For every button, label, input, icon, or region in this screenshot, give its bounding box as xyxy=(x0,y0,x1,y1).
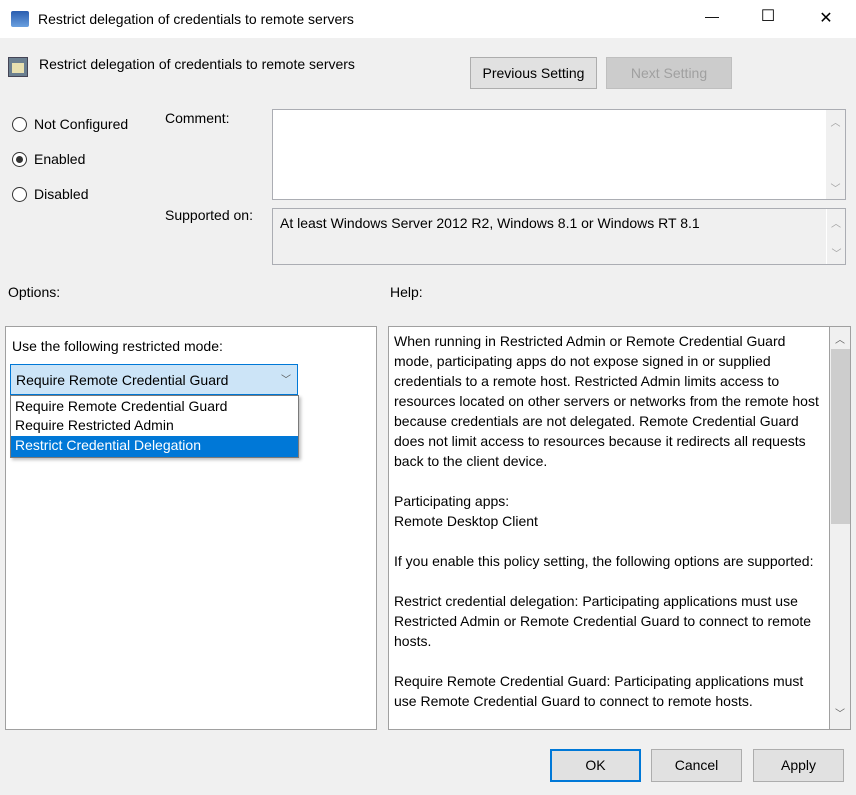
scroll-down-icon[interactable]: ﹀ xyxy=(830,705,850,725)
supported-on-value: At least Windows Server 2012 R2, Windows… xyxy=(280,215,700,231)
comment-input[interactable]: ︿ ﹀ xyxy=(272,109,846,200)
help-panel: When running in Restricted Admin or Remo… xyxy=(388,326,851,730)
title-bar: Restrict delegation of credentials to re… xyxy=(0,0,856,38)
scroll-up-icon[interactable]: ︿ xyxy=(827,215,845,230)
dropdown-option[interactable]: Require Restricted Admin xyxy=(11,416,298,436)
help-label: Help: xyxy=(390,284,423,300)
help-paragraph: Participating apps: xyxy=(394,493,510,509)
radio-enabled[interactable] xyxy=(12,152,27,167)
mode-label: Use the following restricted mode: xyxy=(12,338,223,354)
radio-label: Not Configured xyxy=(34,116,129,132)
policy-app-icon xyxy=(11,11,29,27)
mode-dropdown-list: Require Remote Credential Guard Require … xyxy=(10,395,299,458)
combo-value: Require Remote Credential Guard xyxy=(16,372,229,388)
help-scrollbar[interactable]: ︿ ﹀ xyxy=(829,327,850,729)
options-label: Options: xyxy=(8,284,61,300)
dropdown-option[interactable]: Require Remote Credential Guard xyxy=(11,396,298,416)
chevron-down-icon: ﹀ xyxy=(281,375,291,386)
comment-label: Comment: xyxy=(165,110,230,126)
radio-label: Enabled xyxy=(34,151,86,167)
dropdown-option-highlighted[interactable]: Restrict Credential Delegation xyxy=(11,436,298,457)
options-panel: Use the following restricted mode: Requi… xyxy=(5,326,377,730)
radio-label: Disabled xyxy=(34,186,89,202)
scroll-thumb[interactable] xyxy=(831,349,850,524)
supported-on-label: Supported on: xyxy=(165,207,253,223)
minimize-button[interactable]: — xyxy=(700,8,724,24)
help-paragraph: When running in Restricted Admin or Remo… xyxy=(394,333,819,469)
setting-icon xyxy=(8,57,28,77)
previous-setting-button[interactable]: Previous Setting xyxy=(470,57,597,89)
window-title: Restrict delegation of credentials to re… xyxy=(38,11,354,27)
radio-not-configured[interactable] xyxy=(12,117,27,132)
setting-title: Restrict delegation of credentials to re… xyxy=(39,56,355,72)
apply-button[interactable]: Apply xyxy=(753,749,844,782)
supported-scrollbar[interactable]: ︿ ﹀ xyxy=(826,209,845,264)
radio-disabled[interactable] xyxy=(12,187,27,202)
maximize-button[interactable]: ☐ xyxy=(756,6,780,26)
comment-scrollbar[interactable]: ︿ ﹀ xyxy=(826,110,845,199)
supported-on-field: At least Windows Server 2012 R2, Windows… xyxy=(272,208,846,265)
help-paragraph: Remote Desktop Client xyxy=(394,513,538,529)
close-button[interactable]: ✕ xyxy=(814,8,838,28)
scroll-down-icon[interactable]: ﹀ xyxy=(827,245,846,260)
help-paragraph: If you enable this policy setting, the f… xyxy=(394,553,814,569)
help-paragraph: Require Remote Credential Guard: Partici… xyxy=(394,673,804,709)
scroll-down-icon[interactable]: ﹀ xyxy=(826,180,845,195)
cancel-button[interactable]: Cancel xyxy=(651,749,742,782)
scroll-up-icon[interactable]: ︿ xyxy=(830,331,850,351)
next-setting-button[interactable]: Next Setting xyxy=(606,57,732,89)
help-paragraph: Restrict credential delegation: Particip… xyxy=(394,593,812,649)
ok-button[interactable]: OK xyxy=(550,749,641,782)
help-text: When running in Restricted Admin or Remo… xyxy=(394,331,824,729)
mode-combobox[interactable]: Require Remote Credential Guard ﹀ xyxy=(10,364,298,395)
scroll-up-icon[interactable]: ︿ xyxy=(826,114,845,129)
